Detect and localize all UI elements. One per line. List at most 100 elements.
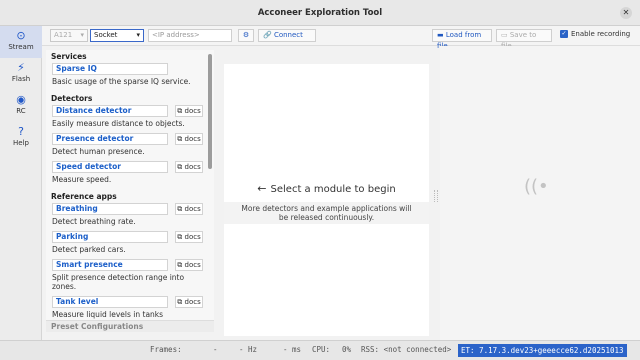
section-reference-apps: Reference apps — [51, 192, 117, 201]
presence-detector-desc: Detect human presence. — [52, 147, 145, 156]
external-link-icon: ⧉ — [177, 135, 183, 143]
nav-rc[interactable]: ◉ RC — [0, 90, 42, 122]
rc-icon: ◉ — [16, 93, 26, 106]
connection-select-value: Socket — [94, 31, 118, 39]
external-link-icon: ⧉ — [177, 107, 183, 115]
toolbar: A121 ▾ Socket ▾ <IP address> ⚙ 🔗 Connect… — [42, 26, 640, 50]
presence-detector-docs-button[interactable]: ⧉ docs — [175, 133, 203, 145]
presence-detector-button[interactable]: Presence detector — [52, 133, 168, 145]
parking-button[interactable]: Parking — [52, 231, 168, 243]
docs-label: docs — [184, 261, 201, 269]
nav-flash[interactable]: ⚡ Flash — [0, 58, 42, 90]
checkbox-checked-icon: ✓ — [560, 30, 568, 38]
load-from-file-button[interactable]: ▬ Load from file — [432, 29, 492, 50]
section-services: Services — [51, 52, 87, 61]
module-list-scrollbar[interactable] — [208, 54, 212, 169]
recording-label: Enable recording — [571, 30, 631, 38]
gear-icon: ⚙ — [242, 31, 250, 39]
connect-button[interactable]: 🔗 Connect — [258, 29, 316, 42]
external-link-icon: ⧉ — [177, 163, 183, 171]
speed-detector-docs-button[interactable]: ⧉ docs — [175, 161, 203, 173]
rss-status: RSS: <not connected> — [361, 345, 452, 354]
speed-detector-desc: Measure speed. — [52, 175, 112, 184]
module-speed-detector: Speed detector ⧉ docs — [52, 161, 209, 173]
cpu-value: 0% — [342, 345, 352, 354]
module-smart-presence: Smart presence ⧉ docs — [52, 259, 209, 271]
sensor-select[interactable]: A121 ▾ — [50, 29, 88, 42]
plot-area: ((• — [440, 46, 640, 340]
smart-presence-button[interactable]: Smart presence — [52, 259, 168, 271]
left-nav: ⊙ Stream ⚡ Flash ◉ RC ? Help — [0, 26, 42, 340]
cpu-label: CPU: — [312, 345, 331, 354]
docs-label: docs — [184, 233, 201, 241]
window-title: Acconeer Exploration Tool — [257, 8, 383, 18]
tank-level-button[interactable]: Tank level — [52, 296, 168, 308]
latency-ms: - ms — [283, 345, 302, 354]
smart-presence-desc: Split presence detection range into zone… — [52, 273, 185, 291]
module-presence-detector: Presence detector ⧉ docs — [52, 133, 209, 145]
version-badge: ET: 7.17.3.dev23+geeecce62.d20251013 — [458, 344, 627, 357]
breathing-button[interactable]: Breathing — [52, 203, 168, 215]
docs-label: docs — [184, 205, 201, 213]
nav-stream[interactable]: ⊙ Stream — [0, 26, 42, 58]
main-placeholder-area: ← Select a module to begin More detectors… — [224, 64, 429, 336]
module-sparse-iq-button[interactable]: Sparse IQ — [52, 63, 168, 75]
link-icon: 🔗 — [263, 31, 272, 39]
module-tank-level: Tank level ⧉ docs — [52, 296, 209, 308]
distance-detector-button[interactable]: Distance detector — [52, 105, 168, 117]
section-detectors: Detectors — [51, 94, 93, 103]
enable-recording-checkbox[interactable]: ✓ Enable recording — [560, 29, 638, 42]
frames-value: - — [213, 345, 218, 354]
tank-level-docs-button[interactable]: ⧉ docs — [175, 296, 203, 308]
connect-label: Connect — [273, 31, 303, 39]
docs-label: docs — [184, 107, 201, 115]
placeholder-title-text: Select a module to begin — [270, 184, 396, 195]
breathing-docs-button[interactable]: ⧉ docs — [175, 203, 203, 215]
connection-select[interactable]: Socket ▾ — [90, 29, 144, 42]
docs-label: docs — [184, 163, 201, 171]
docs-label: docs — [184, 298, 201, 306]
preset-configurations-header[interactable]: Preset Configurations — [46, 320, 214, 332]
close-icon[interactable]: ✕ — [620, 7, 632, 19]
chevron-down-icon: ▾ — [80, 31, 84, 39]
placeholder-subtitle: More detectors and example applications … — [224, 202, 429, 224]
external-link-icon: ⧉ — [177, 298, 183, 306]
chevron-down-icon: ▾ — [136, 31, 140, 39]
nav-rc-label: RC — [16, 107, 26, 115]
parking-desc: Detect parked cars. — [52, 245, 126, 254]
speed-detector-button[interactable]: Speed detector — [52, 161, 168, 173]
settings-button[interactable]: ⚙ — [238, 29, 254, 42]
module-breathing: Breathing ⧉ docs — [52, 203, 209, 215]
distance-detector-desc: Easily measure distance to objects. — [52, 119, 185, 128]
arrow-left-icon: ← — [257, 182, 267, 195]
nav-flash-label: Flash — [11, 75, 31, 83]
ip-address-input[interactable]: <IP address> — [148, 29, 232, 42]
stream-icon: ⊙ — [16, 29, 26, 42]
title-bar: Acconeer Exploration Tool ✕ — [0, 0, 640, 26]
sensor-select-value: A121 — [54, 31, 73, 39]
smart-presence-docs-button[interactable]: ⧉ docs — [175, 259, 203, 271]
module-parking: Parking ⧉ docs — [52, 231, 209, 243]
splitter-handle[interactable] — [434, 190, 438, 202]
distance-detector-docs-button[interactable]: ⧉ docs — [175, 105, 203, 117]
module-list-panel: Services Sparse IQ Basic usage of the sp… — [46, 50, 214, 332]
status-bar: Frames: - - Hz - ms CPU: 0% RSS: <not co… — [0, 340, 640, 360]
docs-label: docs — [184, 135, 201, 143]
help-icon: ? — [18, 125, 24, 138]
nav-help[interactable]: ? Help — [0, 122, 42, 154]
parking-docs-button[interactable]: ⧉ docs — [175, 231, 203, 243]
nav-stream-label: Stream — [8, 43, 34, 51]
acconeer-logo-icon: ((• — [524, 176, 549, 197]
breathing-desc: Detect breathing rate. — [52, 217, 136, 226]
external-link-icon: ⧉ — [177, 205, 183, 213]
folder-icon: ▬ — [437, 31, 444, 39]
save-icon: ▭ — [501, 31, 508, 39]
external-link-icon: ⧉ — [177, 261, 183, 269]
placeholder-subtitle-line-2: be released continuously. — [278, 213, 375, 222]
save-to-file-button[interactable]: ▭ Save to file — [496, 29, 552, 50]
frames-label: Frames: — [150, 345, 182, 354]
flash-icon: ⚡ — [17, 61, 25, 74]
module-sparse-iq: Sparse IQ — [52, 63, 209, 75]
module-sparse-iq-desc: Basic usage of the sparse IQ service. — [52, 77, 191, 86]
external-link-icon: ⧉ — [177, 233, 183, 241]
